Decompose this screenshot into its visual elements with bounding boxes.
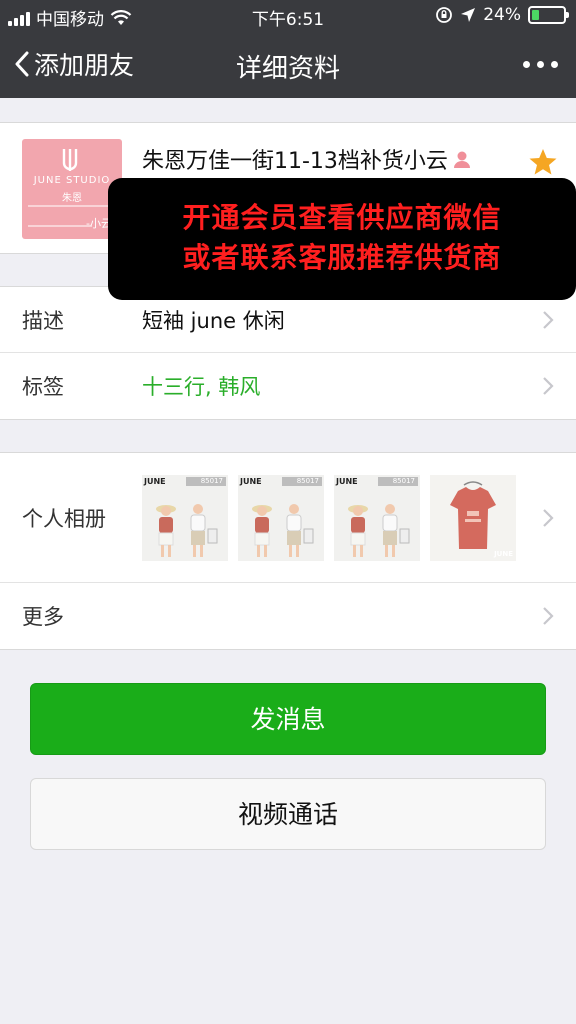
profile-name-text: 朱恩万佳一街11-13档补货小云 <box>142 149 448 174</box>
album-thumb: JUNE 85017 <box>142 475 228 561</box>
status-bar: 中国移动 下午6:51 24% <box>0 0 576 32</box>
send-message-button[interactable]: 发消息 <box>30 683 546 755</box>
female-gender-icon <box>453 151 470 168</box>
avatar-name-text: 朱恩 <box>62 193 82 204</box>
battery-fill <box>532 10 539 20</box>
orientation-lock-icon <box>436 7 453 23</box>
description-value: 短袖 june 休闲 <box>142 308 285 333</box>
page-title: 详细资料 <box>235 54 340 84</box>
chevron-right-icon <box>543 310 554 329</box>
avatar[interactable]: JUNE STUDIO 朱恩 -小云 <box>22 139 122 239</box>
star-icon[interactable] <box>528 147 558 177</box>
avatar-line <box>28 205 116 207</box>
battery-percent: 24% <box>483 5 521 25</box>
more-options-button[interactable] <box>523 61 558 68</box>
video-call-button[interactable]: 视频通话 <box>30 778 546 850</box>
album-thumb: JUNE 85017 <box>334 475 420 561</box>
photo-models-icon <box>156 504 218 557</box>
album-label: 个人相册 <box>22 506 106 531</box>
photo-models-icon <box>252 504 314 557</box>
tags-label: 标签 <box>22 375 64 399</box>
promo-line-2: 或者联系客服推荐供货商 <box>182 241 502 274</box>
album-thumbnails: JUNE 85017 JUNE 85017 JUNE 85017 JUNE <box>142 475 516 561</box>
avatar-studio-text: JUNE STUDIO <box>33 175 111 186</box>
tags-value: 十三行, 韩风 <box>142 375 261 399</box>
description-label: 描述 <box>22 308 64 333</box>
location-icon <box>461 8 476 22</box>
photo-models-icon <box>348 504 410 557</box>
details-group: 描述 短袖 june 休闲 标签 十三行, 韩风 <box>0 286 576 420</box>
chevron-right-icon <box>543 377 554 395</box>
album-thumb: JUNE <box>430 475 516 561</box>
battery-icon <box>528 6 569 24</box>
navigation-bar: 添加朋友 详细资料 <box>0 32 576 98</box>
promo-line-1: 开通会员查看供应商微信 <box>182 201 502 234</box>
album-group: 个人相册 JUNE 85017 JUNE 85017 JUNE 85017 JU… <box>0 452 576 650</box>
thumb-brand: JUNE <box>494 550 513 558</box>
more-label: 更多 <box>22 605 64 629</box>
personal-album-row[interactable]: 个人相册 JUNE 85017 JUNE 85017 JUNE 85017 JU… <box>0 453 576 583</box>
tshirt-photo-icon <box>450 481 496 549</box>
avatar-line <box>28 225 92 227</box>
profile-name: 朱恩万佳一街11-13档补货小云 <box>142 143 472 175</box>
more-row[interactable]: 更多 <box>0 583 576 649</box>
promo-banner: 开通会员查看供应商微信 或者联系客服推荐供货商 <box>108 178 576 300</box>
chevron-right-icon <box>543 607 554 625</box>
june-logo-icon <box>62 149 78 171</box>
album-thumb: JUNE 85017 <box>238 475 324 561</box>
tags-row[interactable]: 标签 十三行, 韩风 <box>0 353 576 419</box>
chevron-right-icon <box>543 508 554 527</box>
status-right: 24% <box>435 5 569 25</box>
